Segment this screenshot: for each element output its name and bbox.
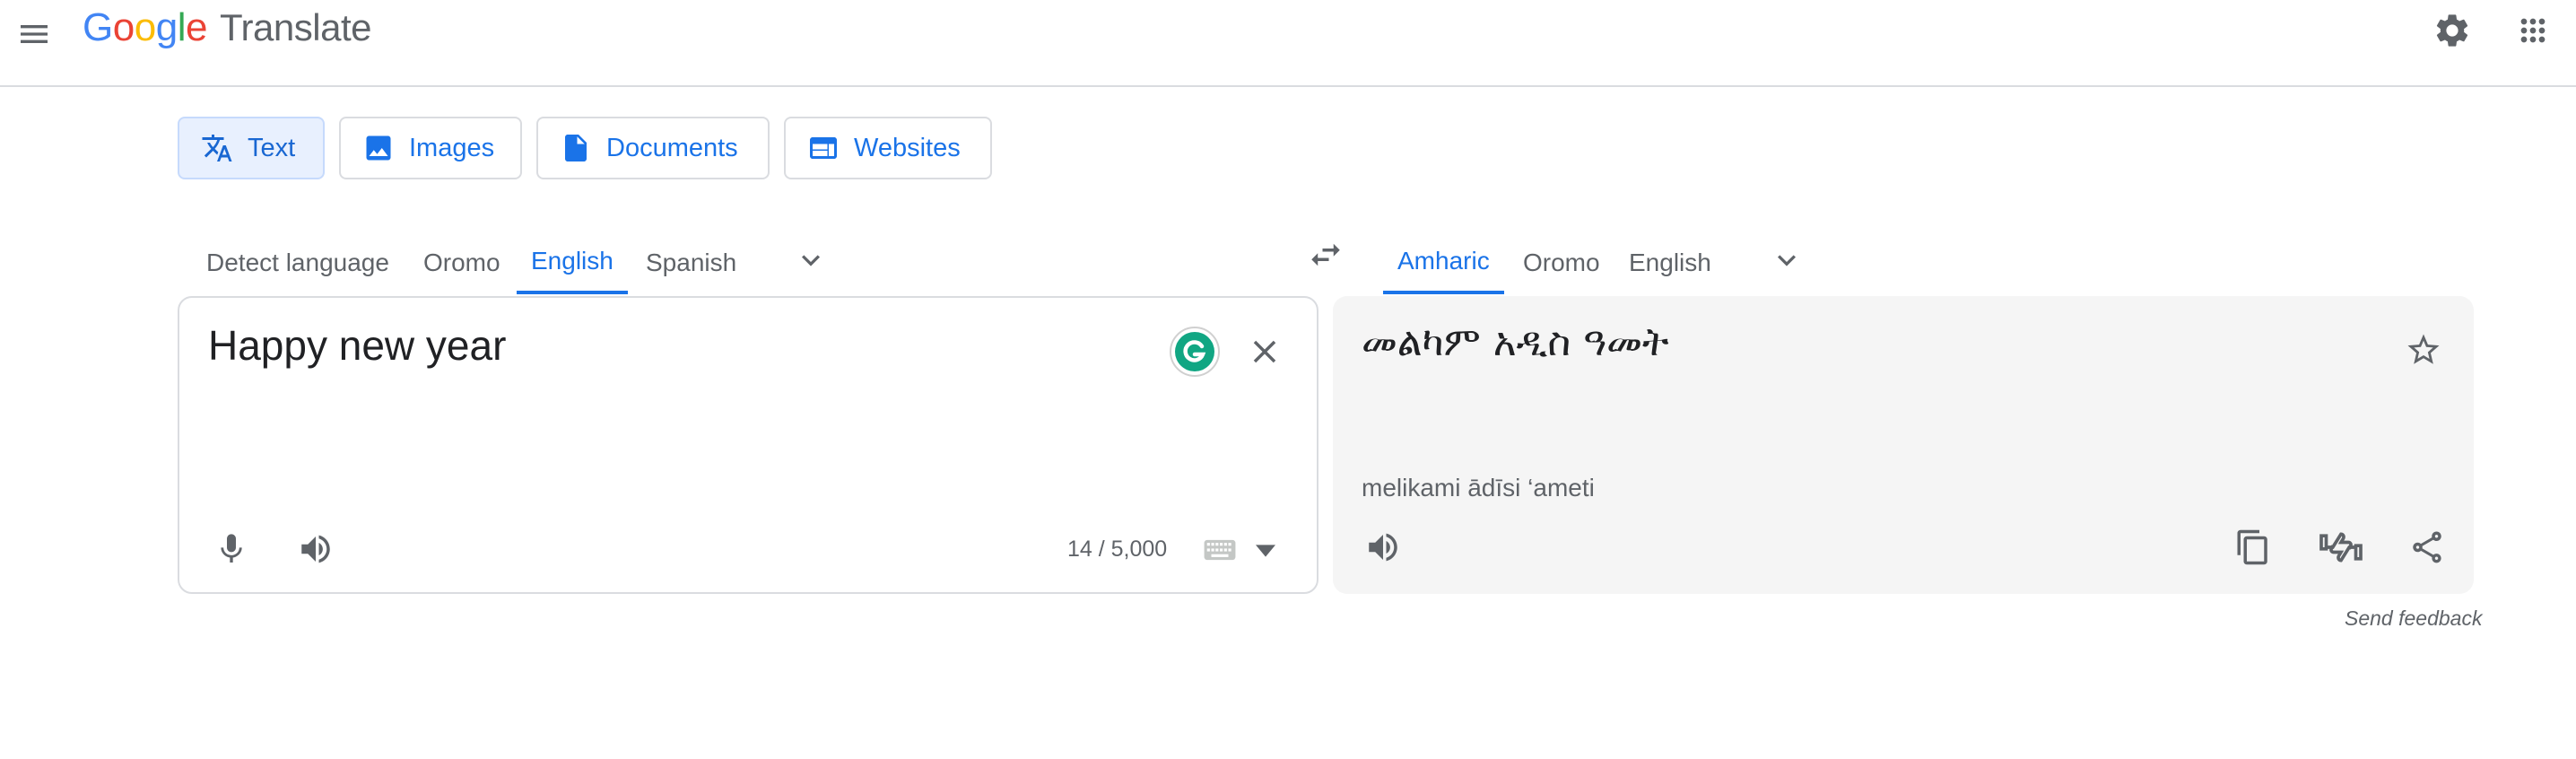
- copy-icon[interactable]: [2230, 524, 2276, 571]
- tab-label: Text: [248, 133, 296, 162]
- character-count: 14 / 5,000: [1067, 537, 1168, 562]
- source-text-input[interactable]: Happy new year: [208, 321, 506, 370]
- translate-icon: [201, 132, 233, 164]
- apps-icon[interactable]: [2510, 7, 2556, 54]
- keyboard-icon[interactable]: [1202, 537, 1238, 563]
- tab-websites[interactable]: Websites: [784, 117, 992, 179]
- menu-icon[interactable]: [9, 9, 59, 59]
- tab-label: Websites: [854, 133, 961, 162]
- listen-icon[interactable]: [1360, 524, 1406, 571]
- star-icon[interactable]: [2400, 327, 2447, 373]
- target-lang-amharic[interactable]: Amharic: [1383, 231, 1504, 294]
- chevron-down-icon[interactable]: [1763, 237, 1810, 284]
- rate-translation-icon[interactable]: [2314, 524, 2368, 571]
- document-icon: [560, 132, 592, 164]
- lang-label: Detect language: [206, 249, 389, 276]
- source-lang-english[interactable]: English: [517, 231, 628, 294]
- source-lang-oromo[interactable]: Oromo: [409, 231, 515, 294]
- send-feedback-link[interactable]: Send feedback: [2345, 606, 2482, 631]
- transliteration: melikami ādīsi ‘ameti: [1362, 474, 1595, 502]
- translation-text: መልካም አዲስ ዓመት: [1362, 319, 1669, 365]
- grammarly-icon[interactable]: [1170, 327, 1220, 377]
- lang-label: English: [531, 247, 614, 275]
- target-lang-oromo[interactable]: Oromo: [1509, 231, 1614, 294]
- lang-label: Amharic: [1397, 247, 1490, 275]
- share-icon[interactable]: [2404, 524, 2450, 571]
- source-text-panel: Happy new year 14 / 5,000: [178, 296, 1318, 594]
- tab-images[interactable]: Images: [339, 117, 522, 179]
- keyboard-dropdown-icon[interactable]: [1252, 540, 1279, 562]
- image-icon: [362, 132, 395, 164]
- lang-label: Spanish: [646, 249, 737, 276]
- source-lang-spanish[interactable]: Spanish: [631, 231, 751, 294]
- google-translate-logo[interactable]: Google Translate: [83, 5, 371, 56]
- product-name: Translate: [219, 6, 372, 48]
- tab-documents[interactable]: Documents: [536, 117, 770, 179]
- lang-label: Oromo: [1523, 249, 1600, 276]
- clear-text-icon[interactable]: [1241, 328, 1288, 375]
- target-lang-english[interactable]: English: [1614, 231, 1726, 294]
- app-header: Google Translate: [0, 0, 2576, 87]
- translation-panel: መልካም አዲስ ዓመት melikami ādīsi ‘ameti: [1333, 296, 2474, 594]
- lang-label: English: [1629, 249, 1711, 276]
- listen-icon[interactable]: [292, 526, 339, 572]
- tab-text[interactable]: Text: [178, 117, 325, 179]
- source-lang-detect[interactable]: Detect language: [192, 231, 404, 294]
- tab-label: Images: [409, 133, 495, 162]
- tab-label: Documents: [606, 133, 738, 162]
- website-icon: [807, 132, 840, 164]
- chevron-down-icon[interactable]: [788, 237, 834, 284]
- swap-languages-icon[interactable]: [1302, 231, 1349, 278]
- settings-icon[interactable]: [2429, 7, 2476, 54]
- lang-label: Oromo: [423, 249, 500, 276]
- microphone-icon[interactable]: [208, 526, 255, 572]
